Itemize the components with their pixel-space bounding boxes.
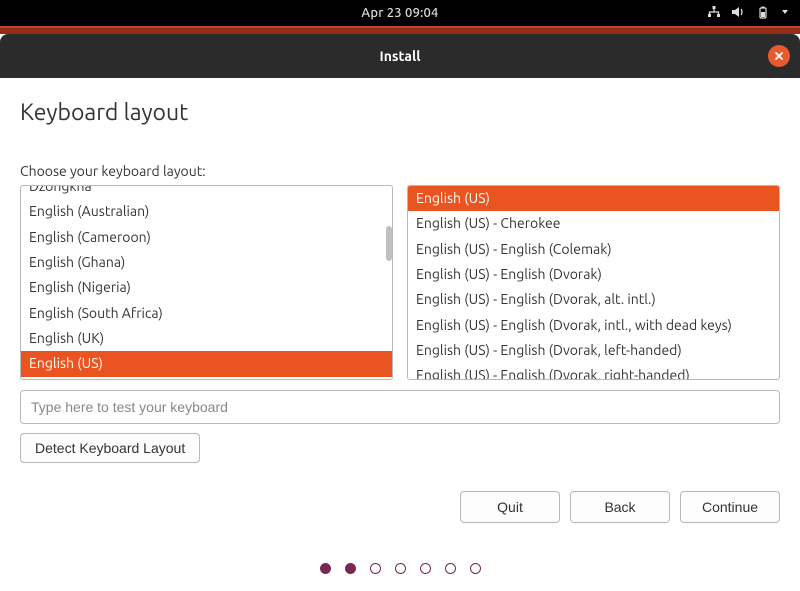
variant-item[interactable]: English (US) - English (Dvorak, right-ha… [408,363,779,380]
layout-item[interactable]: English (Nigeria) [21,275,392,300]
test-keyboard-input[interactable] [20,390,780,424]
progress-dot [395,563,406,574]
layout-item[interactable]: English (Australian) [21,199,392,224]
detect-layout-button[interactable]: Detect Keyboard Layout [20,433,200,463]
scrollbar-thumb[interactable] [386,226,392,261]
variants-listbox[interactable]: English (US)English (US) - CherokeeEngli… [407,185,780,380]
installer-content: Keyboard layout Choose your keyboard lay… [0,78,800,574]
layout-item[interactable]: English (US) [21,351,392,376]
layout-lists-row: DzongkhaEnglish (Australian)English (Cam… [20,185,780,380]
progress-dots [20,563,780,574]
variant-item[interactable]: English (US) - English (Dvorak, intl., w… [408,313,779,338]
close-button[interactable] [768,45,790,67]
network-icon[interactable] [707,5,721,22]
variant-item[interactable]: English (US) [408,186,779,211]
window-titlebar: Install [0,34,800,78]
progress-dot [420,563,431,574]
progress-dot [370,563,381,574]
continue-button[interactable]: Continue [680,491,780,523]
layout-item[interactable]: English (Cameroon) [21,225,392,250]
variant-item[interactable]: English (US) - Cherokee [408,211,779,236]
progress-dot [320,563,331,574]
clock: Apr 23 09:04 [361,6,438,20]
system-tray [707,5,790,22]
variant-item[interactable]: English (US) - English (Dvorak, alt. int… [408,287,779,312]
layout-item[interactable]: Esperanto [21,377,392,381]
layout-item[interactable]: English (Ghana) [21,250,392,275]
layout-item[interactable]: English (South Africa) [21,301,392,326]
variant-item[interactable]: English (US) - English (Dvorak, left-han… [408,338,779,363]
variant-item[interactable]: English (US) - English (Dvorak) [408,262,779,287]
progress-dot [345,563,356,574]
progress-dot [470,563,481,574]
nav-button-row: Quit Back Continue [20,491,780,523]
layouts-listbox[interactable]: DzongkhaEnglish (Australian)English (Cam… [20,185,393,380]
layout-item[interactable]: Dzongkha [21,185,392,199]
power-caret-icon[interactable] [780,6,790,20]
window-title: Install [380,48,421,64]
battery-icon[interactable] [756,5,770,22]
quit-button[interactable]: Quit [460,491,560,523]
system-topbar: Apr 23 09:04 [0,0,800,26]
back-button[interactable]: Back [570,491,670,523]
page-title: Keyboard layout [20,100,780,125]
window-frame-accent [0,26,800,34]
variant-item[interactable]: English (US) - English (Colemak) [408,237,779,262]
progress-dot [445,563,456,574]
volume-icon[interactable] [731,5,746,22]
layout-item[interactable]: English (UK) [21,326,392,351]
close-icon [774,51,784,61]
choose-layout-label: Choose your keyboard layout: [20,163,780,179]
